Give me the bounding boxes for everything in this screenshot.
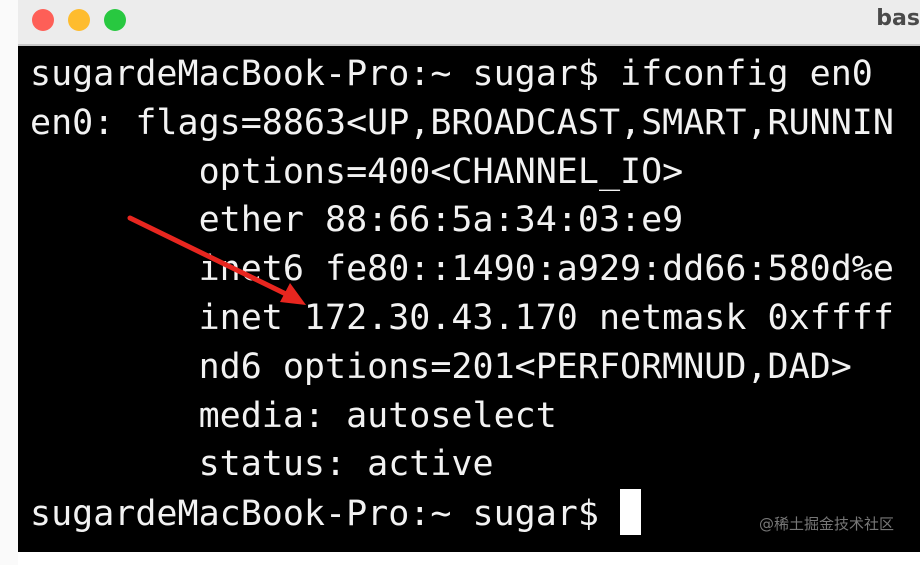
red-arrow-icon <box>127 215 306 305</box>
